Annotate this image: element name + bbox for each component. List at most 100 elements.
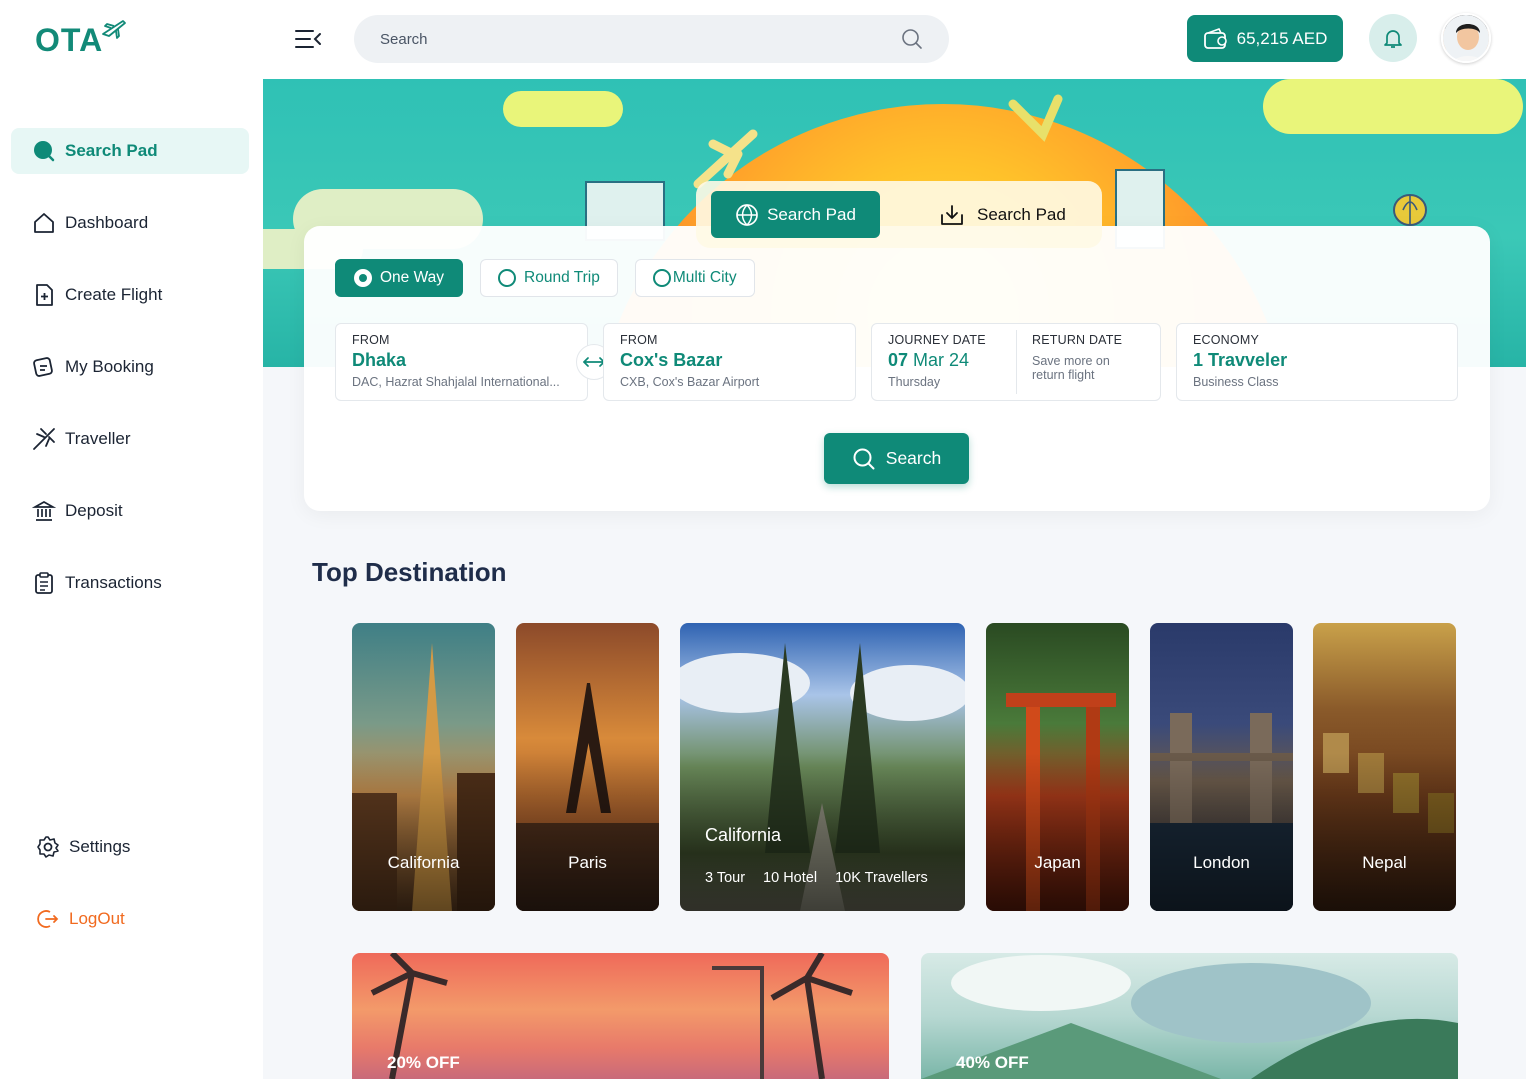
- brand-name: OTA: [35, 22, 104, 58]
- download-icon: [941, 204, 963, 225]
- booking-icon: [31, 354, 57, 380]
- wallet-icon: [1203, 27, 1227, 49]
- promo-banner-40-off[interactable]: 40% OFF: [921, 953, 1458, 1079]
- from-field[interactable]: FROM Dhaka DAC, Hazrat Shahjalal Interna…: [335, 323, 588, 401]
- journey-date[interactable]: JOURNEY DATE 07 Mar 24 Thursday: [888, 333, 1018, 389]
- sidebar-item-traveller[interactable]: Traveller: [11, 416, 249, 462]
- tab-label: Search Pad: [767, 204, 856, 224]
- bank-icon: [31, 498, 57, 524]
- avatar[interactable]: [1441, 13, 1491, 63]
- sidebar-item-search-pad[interactable]: Search Pad: [11, 128, 249, 174]
- sidebar: OTA Search Pad Dashboard Create Flight M…: [0, 0, 263, 1079]
- trip-type-label: Multi City: [672, 269, 737, 286]
- class-label: ECONOMY: [1193, 333, 1259, 347]
- hero-plane-icon: [693, 129, 758, 189]
- from-city: Dhaka: [352, 350, 407, 370]
- to-field[interactable]: FROM Cox's Bazar CXB, Cox's Bazar Airpor…: [603, 323, 856, 401]
- sidebar-item-label: LogOut: [69, 909, 125, 928]
- search-bar: [354, 15, 949, 63]
- promo-badge: 20% OFF: [387, 1053, 460, 1072]
- tab-label: Search Pad: [977, 204, 1066, 224]
- destination-name: California: [387, 853, 460, 872]
- promo-badge: 40% OFF: [956, 1053, 1029, 1072]
- search-pad-icon: [31, 138, 57, 164]
- radio-icon: [498, 269, 517, 287]
- destination-card-japan[interactable]: Japan: [986, 623, 1129, 911]
- journey-weekday: Thursday: [888, 375, 941, 389]
- sidebar-item-my-booking[interactable]: My Booking: [11, 344, 249, 390]
- promo-banner-20-off[interactable]: 20% OFF: [352, 953, 889, 1079]
- file-plus-icon: [31, 282, 57, 308]
- from-label: FROM: [352, 333, 390, 347]
- sidebar-item-label: My Booking: [65, 357, 154, 376]
- destination-card-california[interactable]: California: [352, 623, 495, 911]
- journey-day: 07: [888, 350, 909, 370]
- sidebar-item-deposit[interactable]: Deposit: [11, 488, 249, 534]
- destination-name: London: [1193, 853, 1250, 872]
- destination-card-nepal[interactable]: Nepal: [1313, 623, 1456, 911]
- destination-name: Japan: [1034, 853, 1081, 872]
- gear-icon: [35, 834, 61, 860]
- trip-type-round-trip[interactable]: Round Trip: [480, 259, 618, 297]
- search-icon: [853, 448, 875, 469]
- hero-plane-icon: [1008, 94, 1063, 142]
- search-input[interactable]: [380, 30, 901, 48]
- to-label: FROM: [620, 333, 658, 347]
- topbar: 65,215 AED: [263, 0, 1526, 79]
- traveller-class-field[interactable]: ECONOMY 1 Travveler Business Class: [1176, 323, 1458, 401]
- destination-name: Paris: [568, 853, 607, 872]
- traveller-count: 1 Travveler: [1193, 350, 1288, 370]
- sidebar-item-label: Search Pad: [65, 141, 158, 160]
- sidebar-item-logout[interactable]: LogOut: [11, 896, 249, 942]
- radio-icon: [354, 269, 372, 287]
- menu-toggle-icon[interactable]: [293, 26, 323, 52]
- from-airport: DAC, Hazrat Shahjalal International...: [352, 375, 560, 389]
- tab-search-pad[interactable]: Search Pad: [711, 191, 880, 238]
- destination-stats: 3 Tour 10 Hotel 10K Travellers: [705, 870, 928, 886]
- sidebar-item-settings[interactable]: Settings: [11, 824, 249, 870]
- destination-card-london[interactable]: London: [1150, 623, 1293, 911]
- globe-icon: [736, 203, 758, 226]
- destination-card-paris[interactable]: Paris: [516, 623, 659, 911]
- clipboard-icon: [31, 570, 57, 596]
- section-title: Top Destination: [312, 557, 507, 587]
- trip-type-multi-city[interactable]: Multi City: [634, 259, 755, 297]
- sidebar-bottom: Settings LogOut: [11, 824, 249, 968]
- return-date-label: RETURN DATE: [1032, 333, 1123, 347]
- trip-type-one-way[interactable]: One Way: [335, 259, 464, 297]
- to-city: Cox's Bazar: [620, 350, 723, 370]
- search-button-label: Search: [885, 448, 942, 468]
- journey-month: Mar 24: [913, 350, 970, 370]
- sidebar-item-label: Settings: [69, 837, 131, 856]
- sidebar-item-create-flight[interactable]: Create Flight: [11, 272, 249, 318]
- logo-plane-icon: [102, 20, 127, 39]
- sidebar-item-label: Create Flight: [65, 285, 163, 304]
- brand-logo[interactable]: OTA: [35, 20, 127, 59]
- sidebar-item-dashboard[interactable]: Dashboard: [11, 200, 249, 246]
- tab-search-pad-secondary[interactable]: Search Pad: [939, 191, 1066, 238]
- search-flights-button[interactable]: Search: [824, 433, 969, 484]
- destination-name: Nepal: [1362, 853, 1407, 872]
- search-icon[interactable]: [901, 28, 923, 50]
- sidebar-item-label: Traveller: [65, 429, 131, 448]
- trip-type-options: One Way Round Trip Multi City: [335, 259, 755, 297]
- date-divider: [1016, 330, 1017, 394]
- search-tabs: Search Pad Search Pad: [696, 181, 1102, 248]
- destination-card-california-featured[interactable]: California 3 Tour 10 Hotel 10K Traveller…: [680, 623, 965, 911]
- return-date[interactable]: RETURN DATE Save more on return flight: [1032, 333, 1152, 382]
- notification-button[interactable]: [1369, 14, 1417, 62]
- to-airport: CXB, Cox's Bazar Airport: [620, 375, 760, 389]
- bell-icon: [1384, 30, 1402, 48]
- balance-amount: 65,215 AED: [1236, 28, 1328, 48]
- home-icon: [31, 210, 57, 236]
- traveller-count: 10K Travellers: [835, 870, 928, 886]
- wallet-balance-button[interactable]: 65,215 AED: [1187, 15, 1343, 62]
- sidebar-item-label: Dashboard: [65, 213, 149, 232]
- trip-type-label: Round Trip: [524, 269, 600, 286]
- sidebar-item-transactions[interactable]: Transactions: [11, 560, 249, 606]
- logout-icon: [35, 906, 61, 932]
- plane-icon: [31, 426, 57, 452]
- hero-cloud: [1263, 79, 1523, 134]
- radio-icon: [652, 269, 671, 287]
- sidebar-item-label: Transactions: [65, 573, 162, 592]
